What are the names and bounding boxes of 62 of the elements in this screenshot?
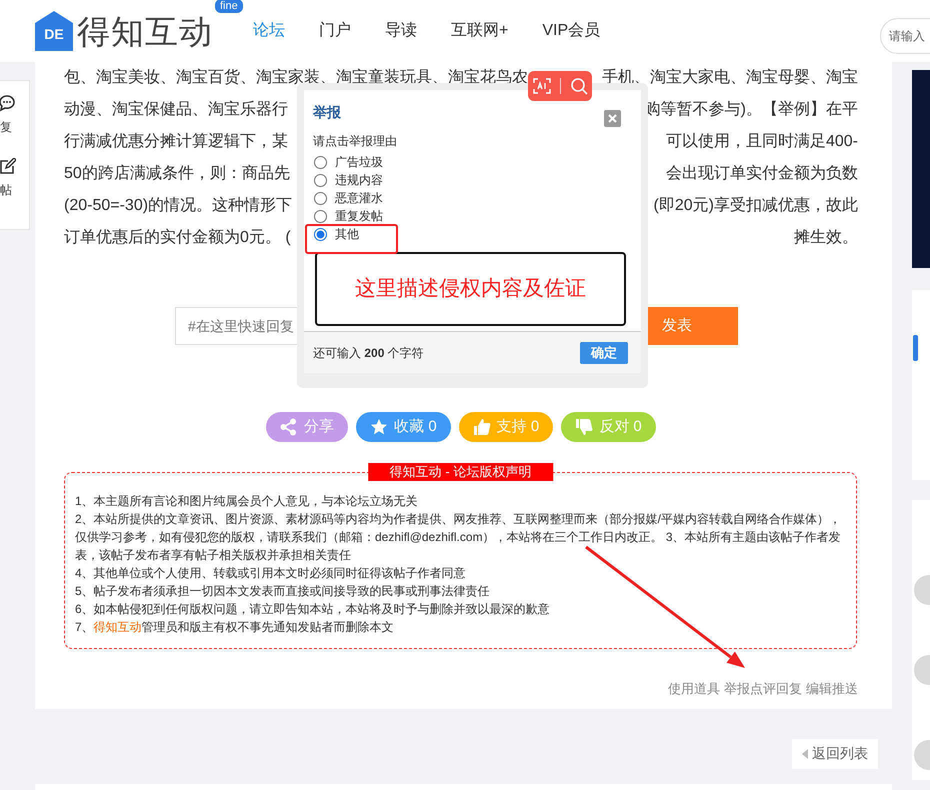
- char-counter: 还可输入 200 个字符: [313, 344, 424, 362]
- thumbs-down-icon: [575, 418, 594, 436]
- notice-item: 7、得知互动管理员和版主有权不事先通知发贴者而删除本文: [75, 619, 395, 636]
- post-action-link[interactable]: 举报点评回复: [724, 679, 802, 698]
- share-button[interactable]: 分享: [266, 412, 348, 442]
- article-text: 摊生效。: [794, 228, 858, 248]
- nav-link[interactable]: 门户: [319, 19, 351, 43]
- caret-icon: [802, 748, 808, 758]
- search-field[interactable]: 请输入: [880, 18, 930, 54]
- post-action-link[interactable]: 使用道具: [668, 679, 720, 698]
- comment-icon[interactable]: [0, 95, 16, 112]
- dialog-title: 举报: [313, 103, 341, 122]
- logo-text: 得知互动: [77, 14, 213, 48]
- notice-item: 1、本主题所有言论和图片纯属会员个人意见，与本论坛立场无关: [75, 493, 419, 510]
- logo-badge: fine: [215, 0, 243, 13]
- back-to-list-button[interactable]: 返回列表: [792, 738, 878, 768]
- radio-button[interactable]: [314, 228, 327, 240]
- thumbs-up-icon: [472, 418, 491, 436]
- description-field[interactable]: 这里描述侵权内容及佐证: [315, 252, 626, 326]
- nav-link[interactable]: 互联网+: [451, 19, 508, 43]
- star-icon: [370, 418, 388, 436]
- site-link[interactable]: 得知互动: [94, 620, 142, 634]
- search-icon[interactable]: [570, 77, 588, 95]
- radio-button[interactable]: [314, 156, 327, 168]
- article-text: (20-50=-30)的情况。这种情形下: [64, 196, 292, 216]
- close-button[interactable]: [604, 110, 621, 127]
- radio-label: 其他: [335, 226, 359, 243]
- article-text: (即20元)享受扣减优惠，故此: [654, 196, 858, 216]
- thumbs-up-button[interactable]: 支持 0: [458, 412, 554, 442]
- toolbar-label: 复: [0, 119, 12, 136]
- share-icon: [280, 418, 298, 436]
- nav-link[interactable]: VIP会员: [542, 19, 600, 43]
- edit-icon[interactable]: [0, 158, 16, 175]
- article-text: 50的跨店满减条件，则：商品先: [64, 164, 290, 184]
- notice-item: 4、其他单位或个人使用、转载或引用本文时必须同时征得该帖子作者同意: [75, 565, 467, 582]
- article-text: 行满减优惠分摊计算逻辑下，某: [64, 132, 288, 152]
- logo-icon: DE: [35, 11, 73, 51]
- star-button[interactable]: 收藏 0: [356, 412, 451, 442]
- notice-item: 2、本站所提供的文章资讯、图片资源、素材源码等内容均为作者提供、网友推荐、互联网整理而来（部分报媒/平媒内容转载自网络合作媒体），仅供学习参考，如有侵犯您的版权，请联系我们（邮箱：dezhifl@dezhifl.com），本站将在三个工作日内改正。 3、本站所有主题由该帖子作者发表，该帖子发布者享有帖子相关版权并承担相关责任: [75, 511, 842, 564]
- article-text: 订单优惠后的实付金额为0元。 (: [64, 228, 291, 248]
- radio-button[interactable]: [314, 210, 327, 222]
- radio-label: 重复发帖: [335, 208, 383, 225]
- radio-label: 广告垃圾: [335, 154, 383, 171]
- article-text: 动漫、淘宝保健品、淘宝乐器行: [64, 100, 288, 120]
- confirm-button[interactable]: 确定: [580, 342, 628, 364]
- tab-indicator: [913, 335, 918, 361]
- text-scan-icon[interactable]: [532, 78, 550, 94]
- notice-title: 得知互动 - 论坛版权声明: [368, 463, 554, 481]
- dialog-prompt: 请点击举报理由: [312, 133, 398, 150]
- toolbar-label: 帖: [0, 182, 12, 199]
- radio-button[interactable]: [314, 174, 327, 186]
- notice-item: 5、帖子发布者须承担一切因本文发表而直接或间接导致的民事或刑事法律责任: [75, 583, 491, 600]
- nav-link[interactable]: 论坛: [253, 19, 285, 43]
- post-action-link[interactable]: 编辑推送: [806, 679, 858, 698]
- nav-link[interactable]: 导读: [385, 19, 417, 43]
- article-text: 可以使用，且同时满足400-: [666, 132, 858, 152]
- close-icon: [608, 114, 617, 123]
- article-text: 会出现订单实付金额为负数: [666, 164, 858, 184]
- radio-button[interactable]: [314, 192, 327, 204]
- notice-item: 6、如本帖侵犯到任何版权问题，请立即告知本站，本站将及时予与删除并致以最深的歉意: [75, 601, 551, 618]
- radio-label: 恶意灌水: [335, 190, 383, 207]
- radio-label: 违规内容: [335, 172, 383, 189]
